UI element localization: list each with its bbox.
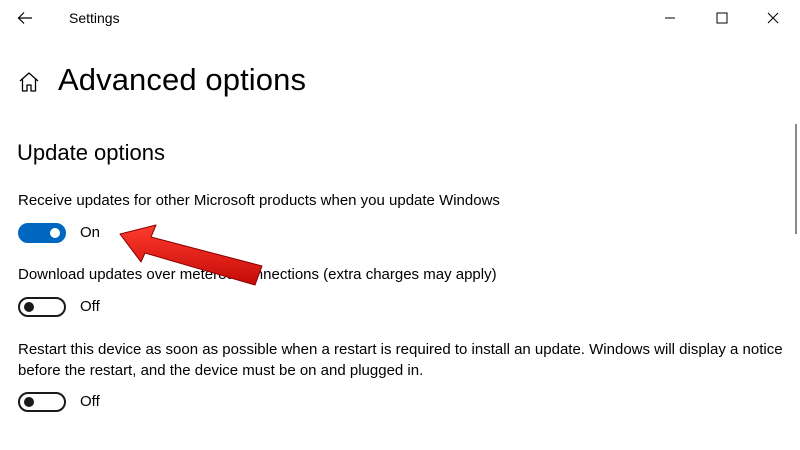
section-title: Update options — [17, 140, 165, 165]
toggle-metered-connections[interactable] — [18, 297, 66, 317]
maximize-button[interactable] — [702, 4, 742, 32]
toggle-knob — [24, 302, 34, 312]
toggle-knob — [50, 228, 60, 238]
option-label-receive-updates: Receive updates for other Microsoft prod… — [18, 192, 500, 209]
toggle-restart-device[interactable] — [18, 392, 66, 412]
scrollbar[interactable] — [795, 124, 797, 234]
close-icon — [767, 12, 779, 24]
settings-window: Settings Advanced options Update options… — [0, 0, 800, 450]
option-row-restart-device: Off — [18, 391, 100, 413]
home-icon[interactable] — [17, 70, 41, 94]
minimize-button[interactable] — [650, 4, 690, 32]
toggle-state-label: On — [80, 224, 101, 241]
close-button[interactable] — [753, 4, 793, 32]
toggle-receive-updates[interactable] — [18, 223, 66, 243]
option-row-receive-updates: On — [18, 222, 100, 244]
back-button[interactable] — [10, 4, 40, 32]
toggle-knob — [24, 397, 34, 407]
toggle-state-label: Off — [80, 393, 100, 410]
page-title: Advanced options — [58, 62, 307, 97]
option-label-restart-device: Restart this device as soon as possible … — [18, 341, 783, 379]
toggle-state-label: Off — [80, 298, 100, 315]
option-row-metered-connections: Off — [18, 296, 100, 318]
back-arrow-icon — [17, 12, 32, 24]
option-label-metered-connections: Download updates over metered connection… — [18, 266, 497, 283]
window-title: Settings — [69, 10, 120, 26]
minimize-icon — [665, 17, 675, 19]
title-bar: Settings — [0, 0, 800, 36]
maximize-icon — [716, 12, 728, 24]
